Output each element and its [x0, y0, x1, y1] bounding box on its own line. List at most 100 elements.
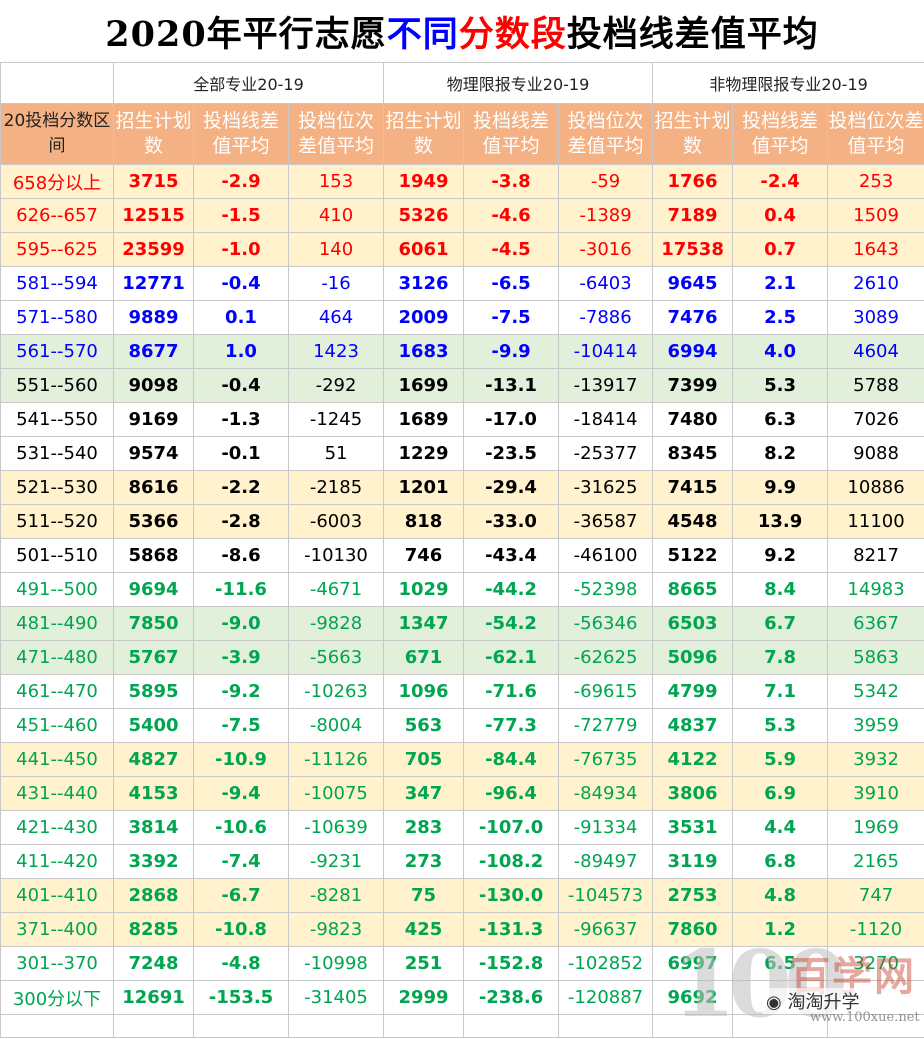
table-cell [732, 980, 829, 1015]
table-row: 300分以下 12691 -153.5 -31405 2999 -238.6 -120887… [0, 980, 924, 1015]
table-cell: -9231 [287, 844, 385, 879]
col-header-line-diff: 投档线差值平均 [193, 103, 289, 165]
table-cell: -10263 [287, 674, 385, 709]
table-row: 521--530 8616 -2.2 -2185 1201 -29.4 -31625 7415… [0, 470, 924, 505]
table-cell: 5868 [113, 538, 194, 573]
score-range-cell: 581--594 [0, 266, 114, 301]
table-cell: 251 [383, 946, 465, 981]
table-cell: 7476 [652, 300, 734, 335]
score-range-cell: 431--440 [0, 776, 114, 811]
table-cell: -7.5 [193, 708, 289, 743]
score-range-cell: 471--480 [0, 640, 114, 675]
col-header-score-range: 20投档分数区间 [0, 103, 114, 165]
score-range-cell: 521--530 [0, 470, 114, 505]
table-cell: 12515 [113, 198, 194, 233]
page-title: 2020年平行志愿 不同 分数段 投档线差值平均 [0, 0, 924, 62]
table-cell: 9692 [652, 980, 734, 1015]
table-cell: 3959 [827, 708, 924, 743]
table-cell: -102852 [558, 946, 654, 981]
table-cell: 1201 [383, 470, 465, 505]
table-row: 491--500 9694 -11.6 -4671 1029 -44.2 -52398 866… [0, 572, 924, 607]
group-all-majors: 全部专业20-19 [112, 62, 385, 104]
col-header-rank-diff: 投档位次差值平均 [287, 103, 385, 165]
table-cell: -10414 [558, 334, 654, 369]
table-row: 461--470 5895 -9.2 -10263 1096 -71.6 -69615 479… [0, 674, 924, 709]
table-row: 451--460 5400 -7.5 -8004 563 -77.3 -72779 4837 5… [0, 708, 924, 743]
table-row: 658分以上 3715 -2.9 153 1949 -3.8 -59 1766 -2.4 253 [0, 164, 924, 199]
table-cell: 8616 [113, 470, 194, 505]
table-cell: 7860 [652, 912, 734, 947]
table-cell: 3806 [652, 776, 734, 811]
table-row: 431--440 4153 -9.4 -10075 347 -96.4 -84934 3806… [0, 776, 924, 811]
table-cell: 1.2 [732, 912, 829, 947]
table-cell: 2.1 [732, 266, 829, 301]
table-cell: -4.8 [193, 946, 289, 981]
table-row: 371--400 8285 -10.8 -9823 425 -131.3 -96637 786… [0, 912, 924, 947]
table-cell: 5342 [827, 674, 924, 709]
table-cell: 7399 [652, 368, 734, 403]
table-cell: 13.9 [732, 504, 829, 539]
table-cell: -104573 [558, 878, 654, 913]
table-row: 561--570 8677 1.0 1423 1683 -9.9 -10414 6994 4.0… [0, 334, 924, 369]
table-cell: 5767 [113, 640, 194, 675]
table-cell: 6061 [383, 232, 465, 267]
table-cell: -43.4 [463, 538, 560, 573]
table-row: 511--520 5366 -2.8 -6003 818 -33.0 -36587 4548 1… [0, 504, 924, 539]
table-cell: -0.4 [193, 368, 289, 403]
score-range-cell: 626--657 [0, 198, 114, 233]
empty-cell [287, 1014, 385, 1038]
table-cell: 1096 [383, 674, 465, 709]
score-range-cell: 658分以上 [0, 164, 114, 199]
table-cell: 11100 [827, 504, 924, 539]
table-cell: 4837 [652, 708, 734, 743]
table-cell: 3932 [827, 742, 924, 777]
empty-cell [463, 1014, 560, 1038]
table-cell: -108.2 [463, 844, 560, 879]
table-row: 301--370 7248 -4.8 -10998 251 -152.8 -102852 69… [0, 946, 924, 981]
table-cell: -71.6 [463, 674, 560, 709]
score-range-cell: 481--490 [0, 606, 114, 641]
table-cell: 5.9 [732, 742, 829, 777]
table-cell: 9694 [113, 572, 194, 607]
table-cell: -2185 [287, 470, 385, 505]
table-cell: 671 [383, 640, 465, 675]
table-cell: -77.3 [463, 708, 560, 743]
table-cell: -120887 [558, 980, 654, 1015]
score-range-cell: 421--430 [0, 810, 114, 845]
table-cell: 14983 [827, 572, 924, 607]
table-row: 411--420 3392 -7.4 -9231 273 -108.2 -89497 3119… [0, 844, 924, 879]
title-part-1: 2020年平行志愿 [105, 13, 387, 55]
table-cell: 0.4 [732, 198, 829, 233]
table-cell: 5.3 [732, 708, 829, 743]
table-cell: 563 [383, 708, 465, 743]
table-cell: 4604 [827, 334, 924, 369]
table-cell: -4.6 [463, 198, 560, 233]
group-non-physics-restricted: 非物理限报专业20-19 [652, 62, 924, 104]
table-cell: -96.4 [463, 776, 560, 811]
score-range-cell: 301--370 [0, 946, 114, 981]
table-cell: 23599 [113, 232, 194, 267]
table-row: 541--550 9169 -1.3 -1245 1689 -17.0 -18414 7480… [0, 402, 924, 437]
empty-cell [827, 1014, 924, 1038]
empty-cell [558, 1014, 654, 1038]
table-cell: 6.8 [732, 844, 829, 879]
table-cell: -131.3 [463, 912, 560, 947]
table-cell: 7.1 [732, 674, 829, 709]
table-row: 626--657 12515 -1.5 410 5326 -4.6 -1389 7189 0.4… [0, 198, 924, 233]
table-cell: 6.5 [732, 946, 829, 981]
table-cell: -91334 [558, 810, 654, 845]
table-cell: 9574 [113, 436, 194, 471]
table-cell: -36587 [558, 504, 654, 539]
table-cell: 6994 [652, 334, 734, 369]
table-cell: -31405 [287, 980, 385, 1015]
table-cell: -8.6 [193, 538, 289, 573]
table-cell: 7189 [652, 198, 734, 233]
table-cell: -16 [287, 266, 385, 301]
table-cell: -152.8 [463, 946, 560, 981]
table-cell: 1347 [383, 606, 465, 641]
table-cell: 3910 [827, 776, 924, 811]
table-cell: 5122 [652, 538, 734, 573]
table-cell: 747 [827, 878, 924, 913]
table-cell: 9.9 [732, 470, 829, 505]
table-cell: -10075 [287, 776, 385, 811]
